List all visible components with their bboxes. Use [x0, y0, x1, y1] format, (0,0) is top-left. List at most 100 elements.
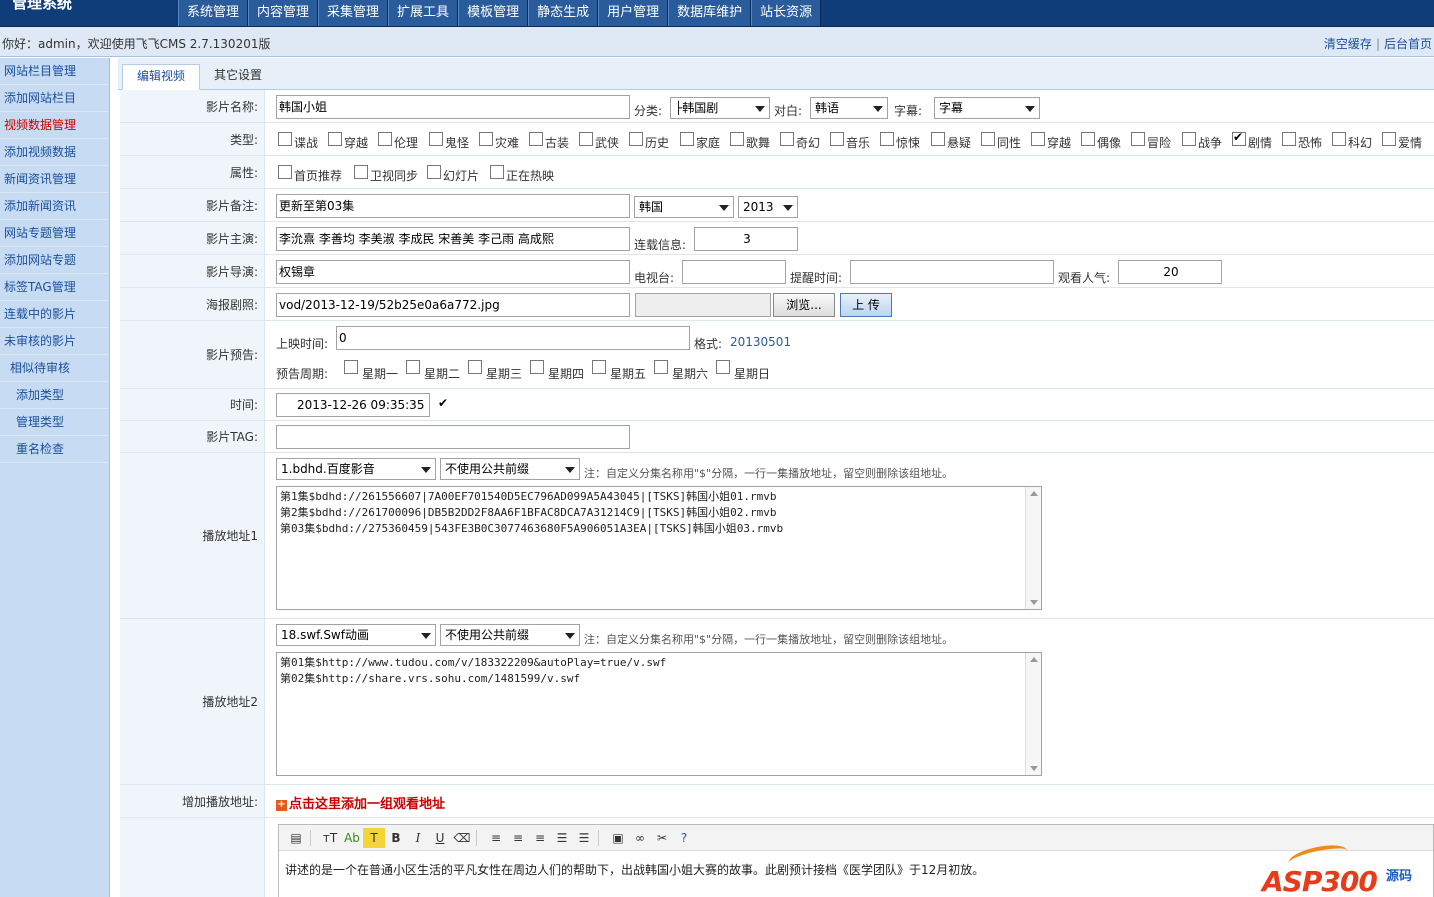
time-update-checkbox[interactable] [438, 396, 450, 411]
remark-input[interactable]: 更新至第03集 [276, 194, 630, 218]
source-icon[interactable]: ▤ [285, 828, 307, 848]
type-checkbox[interactable] [1232, 130, 1246, 146]
type-checkbox[interactable] [479, 132, 493, 146]
sidebar-item-unreviewed[interactable]: 未审核的影片 [0, 328, 109, 355]
tab-other-settings[interactable]: 其它设置 [200, 64, 276, 90]
attr-checkbox[interactable] [354, 165, 368, 179]
scrollbar[interactable] [1025, 487, 1041, 609]
type-checkbox[interactable] [1131, 132, 1145, 146]
file-path-input[interactable] [635, 293, 771, 317]
type-checkbox[interactable] [579, 132, 593, 146]
nav-extensions[interactable]: 扩展工具 [388, 0, 459, 26]
attr-checkbox[interactable] [278, 165, 292, 179]
highlight-icon[interactable]: T [363, 827, 385, 848]
play1-textarea[interactable]: 第1集$bdhd://261556607|7A00EF701540D5EC796… [276, 486, 1042, 610]
align-center-icon[interactable]: ≡ [507, 828, 529, 848]
bold-icon[interactable]: B [385, 828, 407, 848]
type-checkbox[interactable] [629, 132, 643, 146]
actor-input[interactable]: 李沇熹 李善均 李美淑 李成民 宋善美 李己雨 高成熙 [276, 227, 630, 251]
weekday-checkbox[interactable] [468, 360, 482, 374]
image-icon[interactable]: ▣ [607, 828, 629, 848]
type-checkbox[interactable] [680, 132, 694, 146]
name-input[interactable]: 韩国小姐 [276, 95, 630, 119]
year-select[interactable]: 2013 [738, 196, 798, 218]
sidebar-item-video-add[interactable]: 添加视频数据 [0, 139, 109, 166]
weekday-checkbox[interactable] [406, 360, 420, 374]
align-right-icon[interactable]: ≡ [529, 828, 551, 848]
nav-content[interactable]: 内容管理 [248, 0, 319, 26]
browse-button[interactable]: 浏览... [773, 293, 835, 317]
sidebar-item-video-manage[interactable]: 视频数据管理 [0, 112, 109, 139]
ordered-list-icon[interactable]: ☰ [551, 828, 573, 848]
type-checkbox[interactable] [981, 132, 995, 146]
type-checkbox[interactable] [378, 132, 392, 146]
type-checkbox[interactable] [278, 132, 292, 146]
subtitle-select[interactable]: 字幕 [934, 97, 1040, 119]
type-checkbox[interactable] [429, 132, 443, 146]
sidebar-item-type-manage[interactable]: 管理类型 [0, 409, 109, 436]
type-checkbox[interactable] [730, 132, 744, 146]
nav-users[interactable]: 用户管理 [598, 0, 669, 26]
play1-prefix-select[interactable]: 不使用公共前缀 [440, 458, 580, 480]
font-color-icon[interactable]: Ab [341, 828, 363, 848]
nav-webmaster[interactable]: 站长资源 [751, 0, 822, 26]
play2-textarea[interactable]: 第01集$http://www.tudou.com/v/183322209&au… [276, 652, 1042, 776]
sidebar-item-serial[interactable]: 连载中的影片 [0, 301, 109, 328]
type-checkbox[interactable] [1382, 132, 1396, 146]
weekday-checkbox[interactable] [716, 360, 730, 374]
play2-prefix-select[interactable]: 不使用公共前缀 [440, 624, 580, 646]
category-select[interactable]: ├韩国剧 [670, 97, 770, 119]
sidebar-item-duplicate-check[interactable]: 重名检查 [0, 436, 109, 463]
nav-database[interactable]: 数据库维护 [668, 0, 752, 26]
underline-icon[interactable]: U [429, 828, 451, 848]
type-checkbox[interactable] [1182, 132, 1196, 146]
eraser-icon[interactable]: ⌫ [451, 828, 473, 848]
director-input[interactable]: 权锡章 [276, 260, 630, 284]
attr-checkbox[interactable] [427, 165, 441, 179]
type-checkbox[interactable] [328, 132, 342, 146]
type-checkbox[interactable] [780, 132, 794, 146]
views-input[interactable]: 20 [1118, 260, 1222, 284]
type-checkbox[interactable] [1332, 132, 1346, 146]
unlink-icon[interactable]: ✂ [651, 828, 673, 848]
time-input[interactable]: 2013-12-26 09:35:35 [276, 393, 430, 417]
sidebar-item-column-add[interactable]: 添加网站栏目 [0, 85, 109, 112]
font-size-icon[interactable]: тT [319, 828, 341, 848]
italic-icon[interactable]: I [407, 828, 429, 848]
sidebar-item-type-add[interactable]: 添加类型 [0, 382, 109, 409]
help-icon[interactable]: ? [673, 828, 695, 848]
type-checkbox[interactable] [830, 132, 844, 146]
sidebar-item-topic-manage[interactable]: 网站专题管理 [0, 220, 109, 247]
serial-input[interactable]: 3 [694, 227, 798, 251]
type-checkbox[interactable] [1031, 132, 1045, 146]
sidebar-item-news-manage[interactable]: 新闻资讯管理 [0, 166, 109, 193]
weekday-checkbox[interactable] [344, 360, 358, 374]
nav-collect[interactable]: 采集管理 [318, 0, 389, 26]
nav-static[interactable]: 静态生成 [528, 0, 599, 26]
tv-input[interactable] [682, 260, 786, 284]
nav-templates[interactable]: 模板管理 [458, 0, 529, 26]
tag-input[interactable] [276, 425, 630, 449]
upload-button[interactable]: 上 传 [840, 293, 892, 317]
remind-input[interactable] [850, 260, 1054, 284]
showtime-input[interactable]: 0 [336, 326, 690, 350]
align-left-icon[interactable]: ≡ [485, 828, 507, 848]
tab-edit-video[interactable]: 编辑视频 [122, 64, 201, 90]
bullet-list-icon[interactable]: ☰ [573, 828, 595, 848]
link-icon[interactable]: ∞ [629, 828, 651, 848]
attr-checkbox[interactable] [490, 165, 504, 179]
admin-home-link[interactable]: 后台首页 [1384, 37, 1432, 51]
play1-source-select[interactable]: 1.bdhd.百度影音 [276, 458, 436, 480]
type-checkbox[interactable] [880, 132, 894, 146]
clear-cache-link[interactable]: 清空缓存 [1324, 37, 1372, 51]
weekday-checkbox[interactable] [592, 360, 606, 374]
weekday-checkbox[interactable] [530, 360, 544, 374]
sidebar-item-news-add[interactable]: 添加新闻资讯 [0, 193, 109, 220]
nav-system[interactable]: 系统管理 [178, 0, 249, 26]
area-select[interactable]: 韩国 [634, 196, 734, 218]
type-checkbox[interactable] [529, 132, 543, 146]
type-checkbox[interactable] [931, 132, 945, 146]
scrollbar[interactable] [1025, 653, 1041, 775]
sidebar-item-topic-add[interactable]: 添加网站专题 [0, 247, 109, 274]
sidebar-item-column-manage[interactable]: 网站栏目管理 [0, 58, 109, 85]
